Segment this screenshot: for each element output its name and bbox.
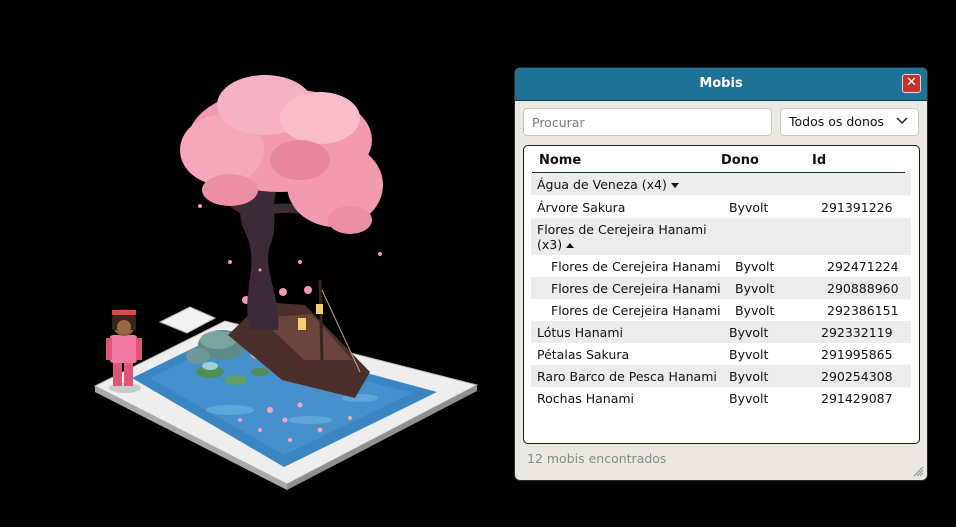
column-header-owner[interactable]: Dono [721, 153, 759, 168]
list-item-name: Árvore Sakura [537, 200, 626, 215]
mobis-window[interactable]: Mobis ✕ Todos os donos Nome Dono Id Água… [514, 67, 928, 481]
list-item[interactable]: Lótus Hanami Byvolt 292332119 [531, 321, 911, 343]
list-item-owner: Byvolt [729, 325, 769, 340]
list-item[interactable]: Árvore Sakura Byvolt 291391226 [531, 196, 911, 218]
close-button[interactable]: ✕ [902, 74, 921, 93]
list-item-id: 290888960 [827, 281, 899, 296]
list-item-owner: Byvolt [729, 347, 769, 362]
list-item-owner: Byvolt [729, 200, 769, 215]
list-group-agua-de-veneza[interactable]: Água de Veneza (x4) [531, 173, 911, 195]
owner-filter-dropdown[interactable]: Todos os donos [780, 108, 919, 136]
list-item-owner: Byvolt [729, 391, 769, 406]
list-item-owner: Byvolt [735, 281, 775, 296]
list-header: Nome Dono Id [524, 146, 919, 173]
list-item-name: Lótus Hanami [537, 325, 623, 340]
window-titlebar[interactable]: Mobis ✕ [515, 68, 927, 101]
list-item[interactable]: Flores de Cerejeira Hanami Byvolt 292386… [531, 299, 911, 321]
list-item-name: Raro Barco de Pesca Hanami [537, 369, 717, 384]
list-item-id: 291995865 [821, 347, 893, 362]
list-item[interactable]: Rochas Hanami Byvolt 291429087 [531, 387, 911, 409]
owner-filter-value: Todos os donos [789, 114, 885, 129]
list-item-name: Flores de Cerejeira Hanami [551, 303, 721, 318]
list-item[interactable]: Flores de Cerejeira Hanami Byvolt 292471… [531, 255, 911, 277]
list-item-id: 290254308 [821, 369, 893, 384]
room-scene[interactable] [0, 0, 500, 527]
resize-grip-icon[interactable] [912, 465, 924, 477]
list-item-id: 292386151 [827, 303, 899, 318]
furni-list[interactable]: Nome Dono Id Água de Veneza (x4) Árvore … [523, 145, 920, 444]
caret-down-icon[interactable] [670, 183, 679, 188]
list-item-owner: Byvolt [729, 369, 769, 384]
list-item-id: 292471224 [827, 259, 899, 274]
list-item[interactable]: Raro Barco de Pesca Hanami Byvolt 290254… [531, 365, 911, 387]
list-item-id: 292332119 [821, 325, 893, 340]
list-item[interactable]: Pétalas Sakura Byvolt 291995865 [531, 343, 911, 365]
list-item-name: Pétalas Sakura [537, 347, 630, 362]
caret-up-icon[interactable] [566, 243, 575, 248]
list-item-name: Flores de Cerejeira Hanami [551, 281, 721, 296]
close-icon: ✕ [906, 75, 917, 90]
chevron-down-icon [896, 117, 908, 125]
list-item-name: Flores de Cerejeira Hanami (x3) [537, 222, 707, 252]
list-group-flores-de-cerejeira[interactable]: Flores de Cerejeira Hanami (x3) [531, 218, 911, 255]
list-item-id: 291391226 [821, 200, 893, 215]
list-item-owner: Byvolt [735, 303, 775, 318]
list-item-owner: Byvolt [735, 259, 775, 274]
list-item-name: Flores de Cerejeira Hanami [551, 259, 721, 274]
column-header-name[interactable]: Nome [539, 153, 581, 168]
list-item-name: Rochas Hanami [537, 391, 635, 406]
column-header-id[interactable]: Id [812, 153, 826, 168]
list-item-id: 291429087 [821, 391, 893, 406]
result-count: 12 mobis encontrados [527, 451, 667, 466]
list-item-name: Água de Veneza (x4) [537, 177, 667, 192]
search-input[interactable] [523, 108, 772, 136]
window-title: Mobis [699, 76, 743, 91]
list-item[interactable]: Flores de Cerejeira Hanami Byvolt 290888… [531, 277, 911, 299]
